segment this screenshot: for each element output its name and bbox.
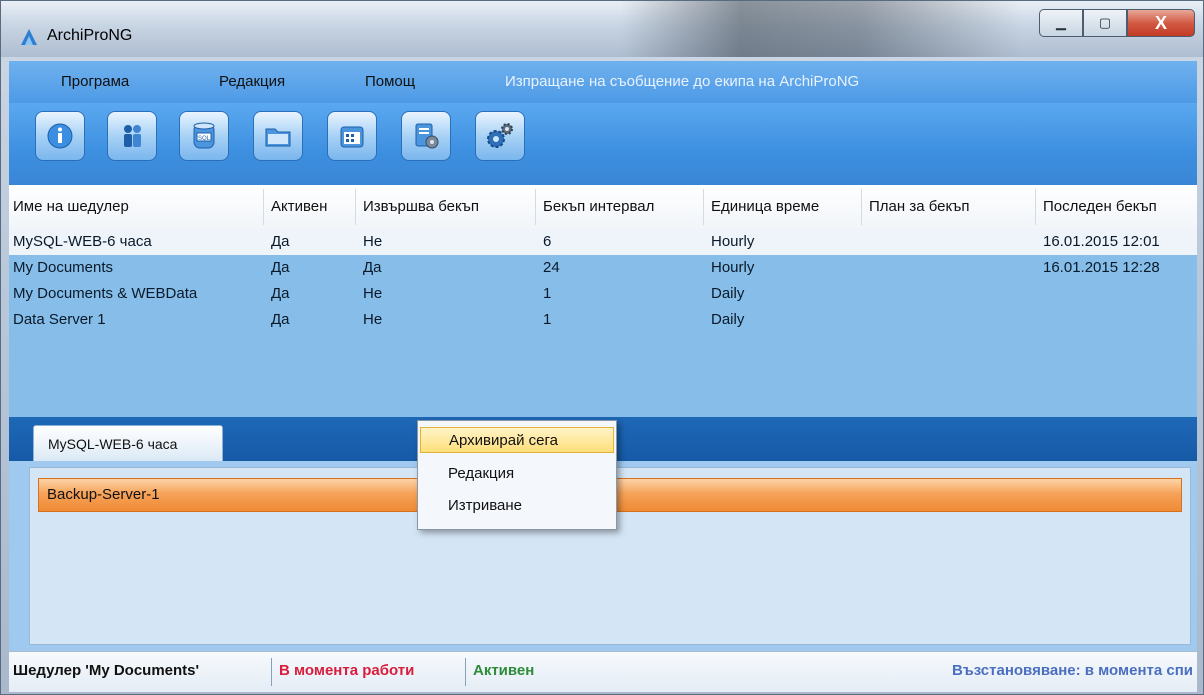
info-button[interactable] [35,111,85,161]
server-settings-button[interactable] [401,111,451,161]
col-separator [263,189,264,225]
col-header-name[interactable]: Име на шедулер [13,198,129,215]
col-separator [355,189,356,225]
table-row[interactable]: Data Server 1 Да Не 1 Daily [9,307,1197,333]
folder-button[interactable] [253,111,303,161]
cell-unit: Daily [711,285,745,302]
status-scheduler: Шедулер 'My Documents' [13,662,200,679]
window-controls: ▁ ▢ X [1039,9,1195,39]
settings-button[interactable] [475,111,525,161]
col-separator [1035,189,1036,225]
schedule-button[interactable] [327,111,377,161]
cell-running: Не [363,285,383,302]
sql-button[interactable]: SQL [179,111,229,161]
cell-interval: 1 [543,311,552,328]
cell-active: Да [271,311,290,328]
col-header-interval[interactable]: Бекъп интервал [543,198,654,215]
status-separator [465,658,466,686]
status-active: Активен [473,662,535,679]
col-header-active[interactable]: Активен [271,198,327,215]
status-separator [271,658,272,686]
minimize-button[interactable]: ▁ [1039,9,1083,37]
cell-unit: Hourly [711,259,755,276]
cell-active: Да [271,285,290,302]
menu-edit[interactable]: Редакция [219,73,285,90]
cell-interval: 24 [543,259,560,276]
info-icon [47,123,73,149]
app-logo-icon [21,29,37,45]
tab-scheduler[interactable]: MySQL-WEB-6 часа [33,425,223,461]
maximize-button[interactable]: ▢ [1083,9,1127,37]
cell-unit: Daily [711,311,745,328]
send-message-link[interactable]: Изпращане на съобщение до екипа на Archi… [505,73,859,90]
cell-name: Data Server 1 [13,311,106,328]
scheduler-grid: Име на шедулер Активен Извършва бекъп Бе… [9,185,1197,417]
sql-database-icon: SQL [193,122,215,149]
window-title: ArchiProNG [47,27,133,44]
cell-name: My Documents [13,259,114,276]
col-separator [703,189,704,225]
app-window: ArchiProNG ▁ ▢ X Програма Редакция Помощ… [0,0,1204,695]
col-header-last[interactable]: Последен бекъп [1043,198,1157,215]
menu-help[interactable]: Помощ [365,73,415,90]
cell-active: Да [271,259,290,276]
svg-text:SQL: SQL [198,136,211,142]
menu-item-backup-now[interactable]: Архивирай сега [420,427,614,453]
cell-name: MySQL-WEB-6 часа [13,233,152,250]
cell-interval: 6 [543,233,552,250]
table-row[interactable]: My Documents & WEBData Да Не 1 Daily [9,281,1197,307]
table-row[interactable]: MySQL-WEB-6 часа Да Не 6 Hourly 16.01.20… [9,229,1197,255]
toolbar: SQL [9,103,1197,185]
users-icon [124,125,141,147]
cell-active: Да [271,233,290,250]
col-header-running[interactable]: Извършва бекъп [363,198,479,215]
cell-interval: 1 [543,285,552,302]
server-settings-icon [415,123,439,149]
cell-running: Не [363,233,383,250]
calendar-icon [340,126,364,148]
col-separator [861,189,862,225]
close-button[interactable]: X [1127,9,1195,37]
client-area: Програма Редакция Помощ Изпращане на съо… [9,61,1197,692]
title-bar-glass [621,1,1021,57]
users-button[interactable] [107,111,157,161]
cell-running: Не [363,311,383,328]
cell-last: 16.01.2015 12:01 [1043,233,1160,250]
cell-running: Да [363,259,382,276]
title-bar[interactable]: ArchiProNG ▁ ▢ X [1,1,1203,57]
menu-bar: Програма Редакция Помощ Изпращане на съо… [9,61,1197,103]
gears-icon [487,123,513,148]
status-bar: Шедулер 'My Documents' В момента работи … [9,651,1197,692]
cell-name: My Documents & WEBData [13,285,198,302]
col-header-plan[interactable]: План за бекъп [869,198,970,215]
grid-header: Име на шедулер Активен Извършва бекъп Бе… [9,185,1197,230]
col-header-unit[interactable]: Единица време [711,198,819,215]
status-working: В момента работи [279,662,415,679]
status-restore: Възстановяване: в момента спи [951,662,1193,679]
cell-unit: Hourly [711,233,755,250]
context-menu: Архивирай сега Редакция Изтриване [417,420,617,530]
col-separator [535,189,536,225]
menu-item-delete[interactable]: Изтриване [420,493,614,519]
cell-last: 16.01.2015 12:28 [1043,259,1160,276]
menu-program[interactable]: Програма [61,73,129,90]
folder-icon [265,128,291,147]
menu-item-edit[interactable]: Редакция [420,461,614,487]
table-row[interactable]: My Documents Да Да 24 Hourly 16.01.2015 … [9,255,1197,281]
